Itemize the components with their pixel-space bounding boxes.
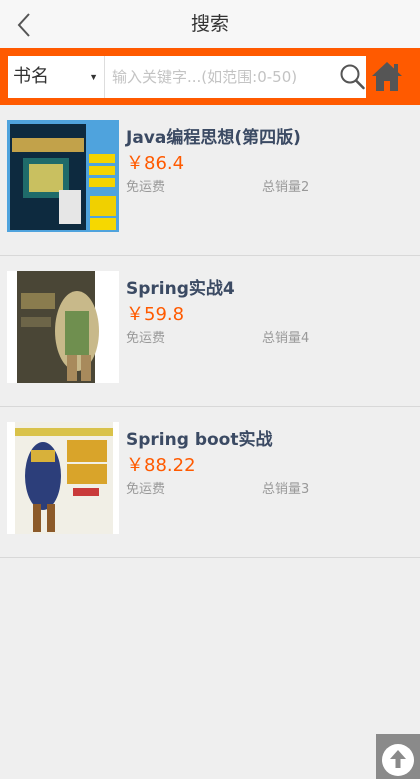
book-cover-image [7,120,119,232]
product-title: Spring实战4 [126,279,235,299]
top-bar: 搜索 [0,0,420,48]
search-input[interactable] [105,56,339,98]
product-item[interactable]: Spring实战4 ￥59.8 免运费 总销量4 [0,256,420,407]
product-price: ￥59.8 [126,304,185,325]
shipping-label: 免运费 [126,331,166,346]
product-title: Spring boot实战 [126,430,273,450]
search-icon [340,64,365,90]
dropdown-arrow-icon: ▼ [89,72,98,82]
shipping-label: 免运费 [126,180,166,195]
product-price: ￥86.4 [126,153,185,174]
search-field-value: 书名 [13,66,49,87]
product-item[interactable]: Spring boot实战 ￥88.22 免运费 总销量3 [0,407,420,558]
scroll-to-top-button[interactable] [376,734,420,779]
book-cover-image [7,271,119,383]
sales-count: 总销量3 [262,482,310,497]
back-button[interactable] [12,10,38,40]
product-title: Java编程思想(第四版) [126,128,301,148]
home-icon [372,62,402,91]
product-price: ￥88.22 [126,455,196,476]
product-item[interactable]: Java编程思想(第四版) ￥86.4 免运费 总销量2 [0,105,420,256]
shipping-label: 免运费 [126,482,166,497]
book-cover-image [7,422,119,534]
search-bar: 书名 ▼ [0,48,420,105]
arrow-up-icon [382,744,414,776]
page-title: 搜索 [190,13,229,35]
home-button[interactable] [371,59,403,93]
search-field-select[interactable]: 书名 ▼ [8,56,105,98]
search-button[interactable] [339,56,366,98]
sales-count: 总销量4 [262,331,310,346]
sales-count: 总销量2 [262,180,310,195]
chevron-left-icon [17,13,30,37]
